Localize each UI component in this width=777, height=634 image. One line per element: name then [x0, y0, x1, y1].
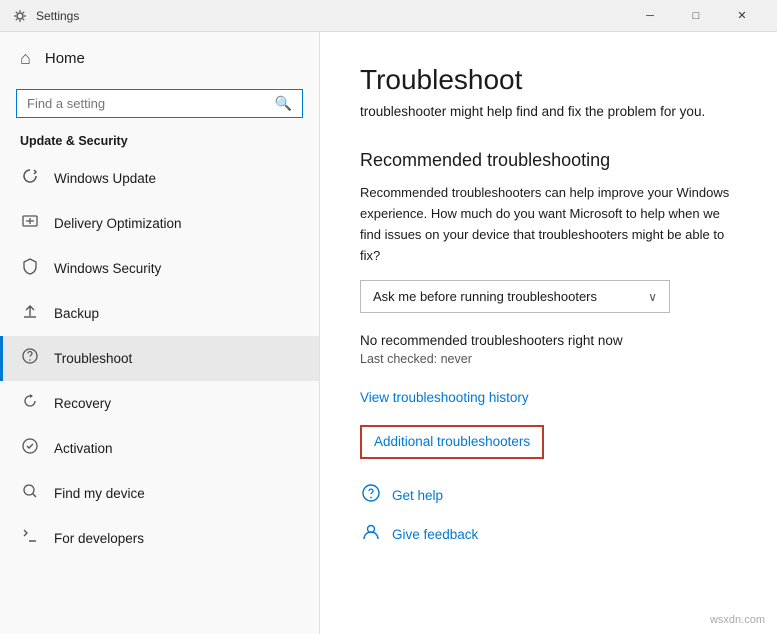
app-body: ⌂ Home 🔍 Update & Security Windows Updat…	[0, 32, 777, 634]
give-feedback-item[interactable]: Give feedback	[360, 522, 737, 547]
for-developers-icon	[20, 527, 40, 550]
sidebar: ⌂ Home 🔍 Update & Security Windows Updat…	[0, 32, 320, 634]
additional-troubleshooters-box: Additional troubleshooters	[360, 425, 544, 459]
sidebar-item-label: Activation	[54, 441, 113, 456]
sidebar-item-recovery[interactable]: Recovery	[0, 381, 319, 426]
give-feedback-label: Give feedback	[392, 527, 478, 542]
troubleshooter-dropdown[interactable]: Ask me before running troubleshooters ∨	[360, 280, 670, 313]
sidebar-item-backup[interactable]: Backup	[0, 291, 319, 336]
search-input[interactable]	[27, 96, 267, 111]
sidebar-item-label: Windows Update	[54, 171, 156, 186]
sidebar-item-find-my-device[interactable]: Find my device	[0, 471, 319, 516]
find-my-device-icon	[20, 482, 40, 505]
sidebar-item-delivery-optimization[interactable]: Delivery Optimization	[0, 201, 319, 246]
title-bar-title: Settings	[36, 9, 79, 23]
recovery-icon	[20, 392, 40, 415]
sidebar-item-label: Recovery	[54, 396, 111, 411]
status-text: No recommended troubleshooters right now	[360, 333, 737, 348]
sidebar-home-item[interactable]: ⌂ Home	[0, 32, 319, 85]
sidebar-item-windows-security[interactable]: Windows Security	[0, 246, 319, 291]
sidebar-item-label: Backup	[54, 306, 99, 321]
search-icon: 🔍	[275, 95, 292, 112]
sidebar-item-label: Find my device	[54, 486, 145, 501]
give-feedback-icon	[360, 522, 382, 547]
home-icon: ⌂	[20, 48, 31, 69]
sidebar-item-label: Windows Security	[54, 261, 161, 276]
search-box[interactable]: 🔍	[16, 89, 303, 118]
dropdown-value: Ask me before running troubleshooters	[373, 289, 597, 304]
get-help-item[interactable]: Get help	[360, 483, 737, 508]
sidebar-item-activation[interactable]: Activation	[0, 426, 319, 471]
view-history-link[interactable]: View troubleshooting history	[360, 390, 737, 405]
sidebar-item-label: Delivery Optimization	[54, 216, 182, 231]
last-checked-text: Last checked: never	[360, 352, 737, 366]
windows-security-icon	[20, 257, 40, 280]
sidebar-item-label: Troubleshoot	[54, 351, 132, 366]
windows-update-icon	[20, 167, 40, 190]
get-help-label: Get help	[392, 488, 443, 503]
chevron-down-icon: ∨	[648, 290, 657, 304]
page-title: Troubleshoot	[360, 64, 737, 96]
sidebar-item-troubleshoot[interactable]: Troubleshoot	[0, 336, 319, 381]
sidebar-section-title: Update & Security	[0, 130, 319, 156]
section-description: Recommended troubleshooters can help imp…	[360, 183, 737, 266]
minimize-button[interactable]: ─	[627, 0, 673, 32]
title-bar-left: Settings	[12, 8, 79, 24]
title-bar: Settings ─ □ ✕	[0, 0, 777, 32]
watermark: wsxdn.com	[710, 614, 765, 626]
recommended-section-title: Recommended troubleshooting	[360, 150, 737, 171]
settings-window-icon	[12, 8, 28, 24]
sidebar-home-label: Home	[45, 50, 85, 67]
delivery-optimization-icon	[20, 212, 40, 235]
title-bar-controls: ─ □ ✕	[627, 0, 765, 32]
backup-icon	[20, 302, 40, 325]
main-content: Troubleshoot troubleshooter might help f…	[320, 32, 777, 634]
sidebar-item-for-developers[interactable]: For developers	[0, 516, 319, 561]
activation-icon	[20, 437, 40, 460]
troubleshoot-icon	[20, 347, 40, 370]
get-help-icon	[360, 483, 382, 508]
sidebar-item-label: For developers	[54, 531, 144, 546]
additional-troubleshooters-link[interactable]: Additional troubleshooters	[374, 434, 530, 449]
sidebar-item-windows-update[interactable]: Windows Update	[0, 156, 319, 201]
close-button[interactable]: ✕	[719, 0, 765, 32]
page-subtitle: troubleshooter might help find and fix t…	[360, 102, 737, 122]
maximize-button[interactable]: □	[673, 0, 719, 32]
